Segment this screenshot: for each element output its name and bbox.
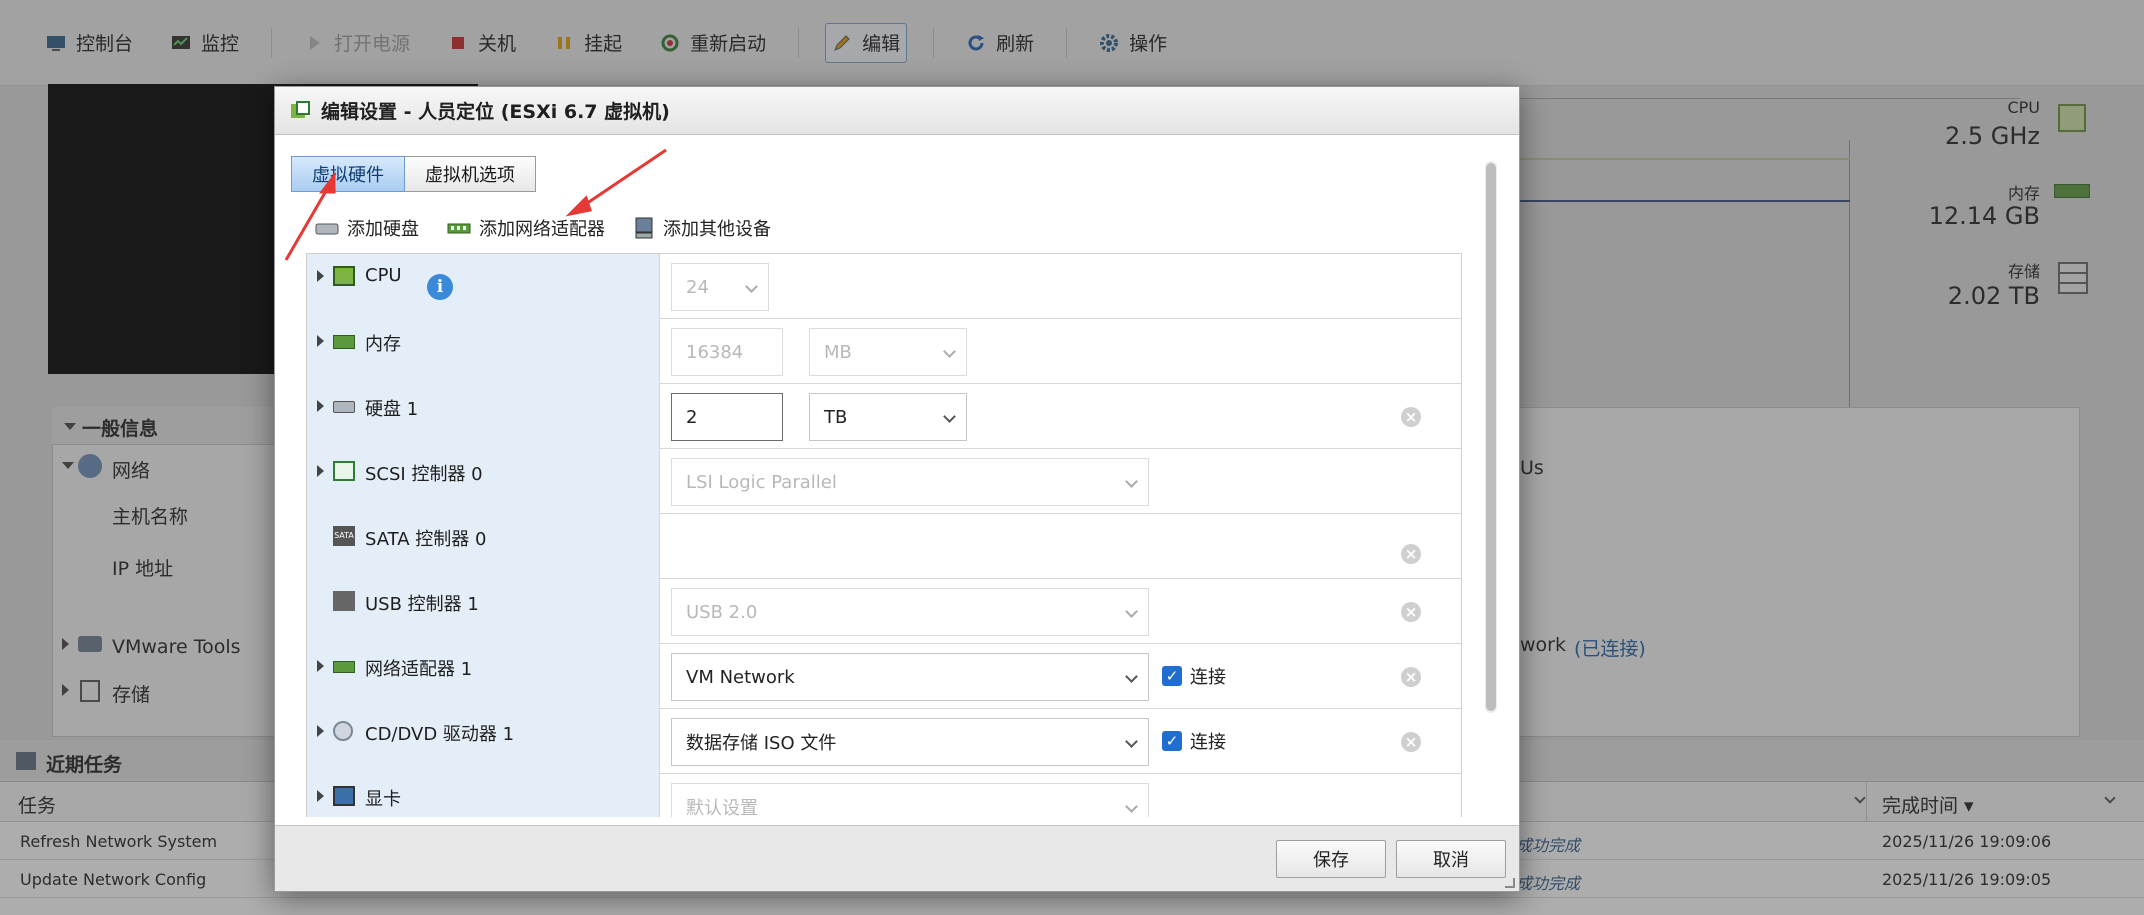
- usb-type-value: USB 2.0: [686, 601, 758, 623]
- remove-device-icon[interactable]: ×: [1401, 602, 1421, 622]
- hard-disk-unit-select[interactable]: TB: [809, 393, 967, 441]
- dialog-scrollbar-thumb[interactable]: [1486, 163, 1496, 711]
- video-card-value: 默认设置: [686, 798, 758, 817]
- hardware-row-label-cell[interactable]: 硬盘 1: [307, 384, 660, 449]
- hardware-row-usb-controller: USB 控制器 1 USB 2.0 ×: [307, 579, 1461, 644]
- video-card-label: 显卡: [365, 789, 401, 810]
- cd-dvd-media-select[interactable]: 数据存储 ISO 文件: [671, 718, 1149, 766]
- remove-device-icon[interactable]: ×: [1401, 407, 1421, 427]
- hard-disk-unit-value: TB: [824, 406, 848, 428]
- annotation-arrow-head: [319, 171, 336, 194]
- vm-edit-icon: [291, 100, 310, 118]
- save-button[interactable]: 保存: [1276, 840, 1386, 878]
- sata-controller-icon: SATA: [333, 526, 355, 546]
- hard-disk-label: 硬盘 1: [365, 399, 419, 420]
- remove-device-icon[interactable]: ×: [1401, 667, 1421, 687]
- remove-device-icon[interactable]: ×: [1401, 732, 1421, 752]
- expand-arrow-icon[interactable]: [317, 465, 324, 477]
- video-card-select[interactable]: 默认设置: [671, 783, 1149, 817]
- hard-disk-size-input[interactable]: 2: [671, 393, 783, 441]
- chevron-down-icon: [1125, 800, 1138, 813]
- hardware-row-label-cell[interactable]: USB 控制器 1: [307, 579, 660, 644]
- cancel-button[interactable]: 取消: [1396, 840, 1506, 878]
- chevron-down-icon: [1125, 475, 1138, 488]
- scsi-controller-label: SCSI 控制器 0: [365, 464, 483, 485]
- memory-module-icon: [333, 335, 355, 349]
- checkmark-icon: ✓: [1162, 666, 1182, 686]
- chevron-down-icon: [745, 280, 758, 293]
- annotation-arrow-head: [565, 195, 592, 217]
- checkmark-icon: ✓: [1162, 731, 1182, 751]
- annotation-arrow-to-add-network: [579, 148, 667, 210]
- dialog-title: 编辑设置 - 人员定位 (ESXi 6.7 虚拟机): [321, 101, 670, 123]
- chevron-down-icon: [943, 410, 956, 423]
- hard-disk-icon: [333, 401, 355, 413]
- network-adapter-label: 网络适配器 1: [365, 659, 473, 680]
- chevron-down-icon: [1125, 735, 1138, 748]
- expand-arrow-icon[interactable]: [317, 335, 324, 347]
- chevron-down-icon: [1125, 670, 1138, 683]
- expand-arrow-icon[interactable]: [317, 400, 324, 412]
- usb-controller-label: USB 控制器 1: [365, 594, 479, 615]
- usb-type-select[interactable]: USB 2.0: [671, 588, 1149, 636]
- network-connect-checkbox[interactable]: ✓ 连接: [1162, 663, 1226, 689]
- video-card-monitor-icon: [333, 786, 355, 806]
- cpu-count-value: 24: [686, 276, 709, 298]
- hardware-row-memory: 内存 16384 MB: [307, 319, 1461, 384]
- hardware-row-label-cell[interactable]: CD/DVD 驱动器 1: [307, 709, 660, 774]
- hardware-row-video-card: 显卡 默认设置: [307, 774, 1461, 817]
- info-icon[interactable]: i: [427, 274, 453, 300]
- network-connect-label: 连接: [1190, 667, 1226, 688]
- expand-arrow-icon[interactable]: [317, 725, 324, 737]
- memory-size-input[interactable]: 16384: [671, 328, 783, 376]
- hardware-row-label-cell[interactable]: SATA SATA 控制器 0: [307, 514, 660, 579]
- dialog-titlebar[interactable]: 编辑设置 - 人员定位 (ESXi 6.7 虚拟机): [275, 87, 1519, 135]
- cd-dvd-media-value: 数据存储 ISO 文件: [686, 733, 837, 754]
- expand-arrow-icon[interactable]: [317, 270, 324, 282]
- dialog-footer: 保存 取消: [275, 825, 1519, 891]
- scsi-type-value: LSI Logic Parallel: [686, 471, 837, 493]
- annotation-arrow-to-virtual-hardware: [284, 183, 332, 261]
- hardware-row-scsi-controller: SCSI 控制器 0 LSI Logic Parallel: [307, 449, 1461, 514]
- cd-dvd-label: CD/DVD 驱动器 1: [365, 724, 515, 745]
- chevron-down-icon: [943, 345, 956, 358]
- hardware-row-label-cell[interactable]: 网络适配器 1: [307, 644, 660, 709]
- memory-unit-select[interactable]: MB: [809, 328, 967, 376]
- hardware-row-label-cell[interactable]: SCSI 控制器 0: [307, 449, 660, 514]
- chevron-down-icon: [1125, 605, 1138, 618]
- remove-device-icon[interactable]: ×: [1401, 544, 1421, 564]
- hardware-row-cd-dvd: CD/DVD 驱动器 1 数据存储 ISO 文件 ✓ 连接 ×: [307, 709, 1461, 774]
- cd-dvd-disc-icon: [333, 721, 353, 741]
- memory-label: 内存: [365, 334, 401, 355]
- hardware-row-label-cell[interactable]: 内存: [307, 319, 660, 384]
- network-select[interactable]: VM Network: [671, 653, 1149, 701]
- hardware-row-label-cell[interactable]: 显卡: [307, 774, 660, 817]
- annotation-arrows: [284, 148, 667, 261]
- network-card-icon: [333, 661, 355, 673]
- memory-unit-value: MB: [824, 341, 852, 363]
- expand-arrow-icon[interactable]: [317, 790, 324, 802]
- cpu-count-select[interactable]: 24: [671, 263, 769, 311]
- scsi-type-select[interactable]: LSI Logic Parallel: [671, 458, 1149, 506]
- usb-controller-icon: [333, 591, 355, 611]
- scsi-controller-icon: [333, 461, 355, 481]
- network-value: VM Network: [686, 666, 795, 688]
- cd-dvd-connect-label: 连接: [1190, 732, 1226, 753]
- cd-dvd-connect-checkbox[interactable]: ✓ 连接: [1162, 728, 1226, 754]
- resize-grip-icon[interactable]: [1505, 878, 1515, 888]
- hardware-row-sata-controller: SATA SATA 控制器 0 ×: [307, 514, 1461, 579]
- sata-controller-label: SATA 控制器 0: [365, 529, 487, 550]
- hardware-row-network-adapter: 网络适配器 1 VM Network ✓ 连接 ×: [307, 644, 1461, 709]
- virtual-hardware-table: CPU 24 i 内存 16384 MB 硬盘 1 2 TB × SCSI 控制…: [306, 253, 1462, 817]
- hardware-row-hard-disk: 硬盘 1 2 TB ×: [307, 384, 1461, 449]
- expand-arrow-icon[interactable]: [317, 660, 324, 672]
